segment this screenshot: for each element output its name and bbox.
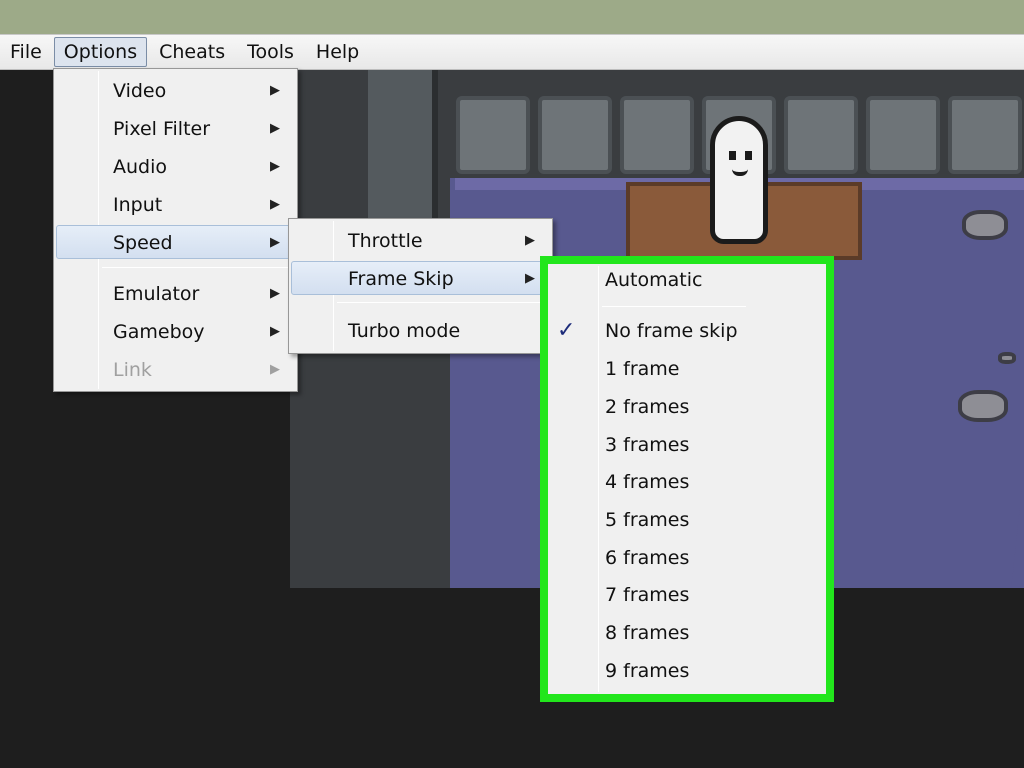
game-brick — [866, 96, 940, 174]
menu-item-input[interactable]: Input ▶ — [56, 187, 295, 221]
menu-item-label: Input — [113, 194, 163, 216]
menu-item-label: 9 frames — [605, 660, 690, 682]
submenu-arrow-icon: ▶ — [270, 159, 280, 174]
menu-item-label: 2 frames — [605, 396, 690, 418]
submenu-arrow-icon: ▶ — [270, 324, 280, 339]
menu-item-label: 7 frames — [605, 584, 690, 606]
submenu-arrow-icon: ▶ — [270, 121, 280, 136]
menu-item-label: Gameboy — [113, 321, 205, 343]
menu-item-5-frames[interactable]: 5 frames — [550, 502, 824, 536]
menu-item-gameboy[interactable]: Gameboy ▶ — [56, 314, 295, 348]
submenu-arrow-icon: ▶ — [270, 362, 280, 377]
menu-file[interactable]: File — [0, 37, 52, 67]
options-dropdown-menu: Video ▶ Pixel Filter ▶ Audio ▶ Input ▶ S… — [53, 68, 298, 392]
menu-options[interactable]: Options — [53, 37, 148, 67]
submenu-arrow-icon: ▶ — [270, 83, 280, 98]
menu-help[interactable]: Help — [306, 37, 369, 67]
menu-item-frame-skip[interactable]: Frame Skip ▶ — [291, 261, 550, 295]
menu-item-8-frames[interactable]: 8 frames — [550, 615, 824, 649]
game-brick — [620, 96, 694, 174]
menu-item-label: 1 frame — [605, 358, 680, 380]
game-brick — [456, 96, 530, 174]
game-brick — [948, 96, 1022, 174]
menu-item-audio[interactable]: Audio ▶ — [56, 149, 295, 183]
menu-item-label: Throttle — [348, 230, 423, 252]
menu-item-2-frames[interactable]: 2 frames — [550, 389, 824, 423]
menu-item-label: Turbo mode — [348, 320, 461, 342]
window-title-strip — [0, 0, 1024, 34]
menu-item-emulator[interactable]: Emulator ▶ — [56, 276, 295, 310]
ghost-eye — [729, 151, 736, 160]
menu-item-1-frame[interactable]: 1 frame — [550, 351, 824, 385]
submenu-arrow-icon: ▶ — [270, 235, 280, 250]
menu-separator — [602, 306, 746, 307]
menu-item-video[interactable]: Video ▶ — [56, 73, 295, 107]
menu-tools[interactable]: Tools — [237, 37, 304, 67]
menu-item-automatic[interactable]: Automatic — [550, 262, 824, 296]
menu-item-link: Link ▶ — [56, 352, 295, 386]
submenu-arrow-icon: ▶ — [270, 197, 280, 212]
menu-separator — [337, 302, 546, 303]
menu-item-7-frames[interactable]: 7 frames — [550, 577, 824, 611]
menu-item-label: 4 frames — [605, 471, 690, 493]
game-rock — [958, 390, 1008, 422]
menu-item-9-frames[interactable]: 9 frames — [550, 653, 824, 687]
menu-item-label: Audio — [113, 156, 168, 178]
menu-item-no-frame-skip[interactable]: ✓ No frame skip — [550, 313, 746, 347]
menu-item-label: 5 frames — [605, 509, 690, 531]
menu-item-3-frames[interactable]: 3 frames — [550, 427, 824, 461]
menu-item-pixel-filter[interactable]: Pixel Filter ▶ — [56, 111, 295, 145]
menu-item-label: 6 frames — [605, 547, 690, 569]
ghost-character — [710, 116, 768, 244]
menu-item-label: Frame Skip — [348, 268, 454, 290]
menu-item-6-frames[interactable]: 6 frames — [550, 540, 824, 574]
menu-item-speed[interactable]: Speed ▶ — [56, 225, 295, 259]
menu-item-turbo-mode[interactable]: Turbo mode — [291, 313, 550, 347]
submenu-arrow-icon: ▶ — [525, 271, 535, 286]
checkmark-icon: ✓ — [557, 318, 576, 343]
menu-cheats[interactable]: Cheats — [149, 37, 235, 67]
menu-item-4-frames[interactable]: 4 frames — [550, 464, 824, 498]
menu-item-label: Link — [113, 359, 152, 381]
game-rock — [998, 352, 1016, 364]
ghost-mouth — [732, 169, 748, 176]
menu-item-label: Pixel Filter — [113, 118, 211, 140]
menu-item-label: Speed — [113, 232, 173, 254]
game-rock — [962, 210, 1008, 240]
menu-item-label: Automatic — [605, 269, 703, 291]
ghost-eye — [745, 151, 752, 160]
menu-item-label: 8 frames — [605, 622, 690, 644]
menu-item-label: No frame skip — [605, 320, 738, 342]
submenu-arrow-icon: ▶ — [270, 286, 280, 301]
menu-separator — [102, 267, 291, 268]
game-brick — [784, 96, 858, 174]
menu-item-label: Emulator — [113, 283, 200, 305]
speed-submenu: Throttle ▶ Frame Skip ▶ Turbo mode — [288, 218, 553, 354]
game-brick — [538, 96, 612, 174]
menu-item-throttle[interactable]: Throttle ▶ — [291, 223, 550, 257]
submenu-arrow-icon: ▶ — [525, 233, 535, 248]
menu-item-label: 3 frames — [605, 434, 690, 456]
menu-item-label: Video — [113, 80, 167, 102]
frame-skip-submenu: Automatic ✓ No frame skip 1 frame 2 fram… — [540, 256, 834, 702]
menu-bar: File Options Cheats Tools Help — [0, 34, 1024, 70]
